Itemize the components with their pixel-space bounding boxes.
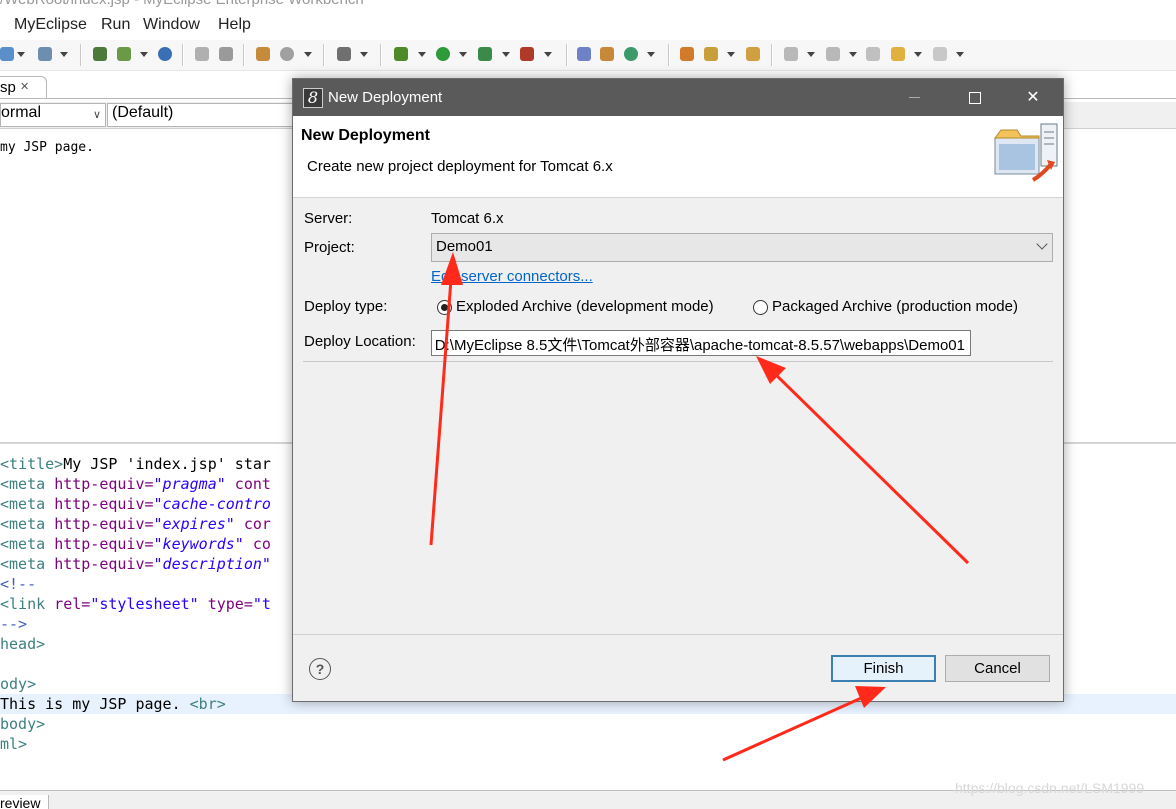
toolbar-icon[interactable] xyxy=(280,47,294,61)
toolbar-icon[interactable] xyxy=(680,47,694,61)
deploy-location-label: Deploy Location: xyxy=(304,333,416,350)
menu-myeclipse[interactable]: MyEclipse xyxy=(14,16,87,34)
toolbar-icon[interactable] xyxy=(600,47,614,61)
ide-title-bar: /WebRoot/index.jsp - MyEclipse Enterpris… xyxy=(0,0,1176,10)
edit-server-connectors-link[interactable]: Edit server connectors... xyxy=(431,268,593,285)
deploy-location-value: D:\MyEclipse 8.5文件\Tomcat外部容器\apache-tom… xyxy=(434,337,965,354)
minimize-icon[interactable] xyxy=(891,79,937,116)
toolbar-icon[interactable] xyxy=(195,47,209,61)
project-select[interactable]: Demo01 xyxy=(431,233,1053,262)
toolbar-icon[interactable] xyxy=(38,47,52,61)
menu-bar: MyEclipse Run Window Help xyxy=(0,12,1176,38)
toolbar-icon[interactable] xyxy=(0,47,14,61)
run-icon[interactable] xyxy=(436,47,450,61)
toolbar xyxy=(0,40,1176,71)
close-icon[interactable]: ✕ xyxy=(20,80,29,93)
deploy-banner-icon xyxy=(994,123,1058,182)
toolbar-icon[interactable] xyxy=(866,47,880,61)
separator xyxy=(303,361,1053,362)
close-icon[interactable]: ✕ xyxy=(1010,79,1056,116)
design-preview: my JSP page. xyxy=(0,140,94,155)
deploy-type-label: Deploy type: xyxy=(304,298,388,315)
default-select-value: (Default) xyxy=(112,104,174,121)
watermark: https://blog.csdn.net/LSM1999 xyxy=(955,780,1145,796)
dialog-banner: New Deployment Create new project deploy… xyxy=(293,116,1063,198)
ide-title: /WebRoot/index.jsp - MyEclipse Enterpris… xyxy=(0,0,364,8)
default-select[interactable]: (Default) xyxy=(107,103,313,127)
chevron-down-icon: ∨ xyxy=(92,109,101,121)
banner-description: Create new project deployment for Tomcat… xyxy=(307,158,613,175)
packaged-archive-label[interactable]: Packaged Archive (production mode) xyxy=(772,298,1018,315)
editor-tab[interactable]: sp ✕ xyxy=(0,76,47,99)
toolbar-icon[interactable] xyxy=(478,47,492,61)
cancel-button[interactable]: Cancel xyxy=(945,655,1050,682)
debug-icon[interactable] xyxy=(394,47,408,61)
toolbar-icon[interactable] xyxy=(337,47,351,61)
menu-window[interactable]: Window xyxy=(143,16,200,34)
toolbar-icon[interactable] xyxy=(219,47,233,61)
preview-tab[interactable]: review xyxy=(0,795,49,809)
forward-icon[interactable] xyxy=(933,47,947,61)
banner-header: New Deployment xyxy=(301,127,430,144)
mode-select[interactable]: ormal ∨ xyxy=(0,103,106,127)
exploded-archive-radio[interactable] xyxy=(437,300,452,315)
dialog-title-bar[interactable]: 8 New Deployment ✕ xyxy=(293,79,1063,116)
toolbar-icon[interactable] xyxy=(826,47,840,61)
packaged-archive-radio[interactable] xyxy=(753,300,768,315)
mode-select-value: ormal xyxy=(1,104,42,121)
toolbar-icon[interactable] xyxy=(520,47,534,61)
toolbar-icon[interactable] xyxy=(746,47,760,61)
toolbar-icon[interactable] xyxy=(93,47,107,61)
chevron-down-icon xyxy=(1036,238,1048,250)
myeclipse-app-icon: 8 xyxy=(303,88,323,108)
back-icon[interactable] xyxy=(891,47,905,61)
dialog-title: New Deployment xyxy=(328,89,443,106)
finish-button[interactable]: Finish xyxy=(831,655,936,682)
deploy-location-field[interactable]: D:\MyEclipse 8.5文件\Tomcat外部容器\apache-tom… xyxy=(431,330,971,356)
project-select-value: Demo01 xyxy=(436,238,493,255)
project-label: Project: xyxy=(304,239,355,256)
maximize-icon[interactable] xyxy=(952,79,998,116)
new-deployment-dialog: 8 New Deployment ✕ New Deployment Create… xyxy=(292,78,1064,702)
toolbar-icon[interactable] xyxy=(784,47,798,61)
server-label: Server: xyxy=(304,210,353,227)
menu-help[interactable]: Help xyxy=(218,16,251,34)
toolbar-icon[interactable] xyxy=(117,47,131,61)
help-icon[interactable]: ? xyxy=(309,658,331,680)
code-line: ml> xyxy=(0,735,28,753)
toolbar-icon[interactable] xyxy=(624,47,638,61)
editor-tab-label: sp xyxy=(0,79,16,96)
dialog-footer: ? Finish Cancel xyxy=(293,634,1063,702)
menu-run[interactable]: Run xyxy=(101,16,130,34)
server-value: Tomcat 6.x xyxy=(431,210,504,227)
toolbar-icon[interactable] xyxy=(256,47,270,61)
exploded-archive-label[interactable]: Exploded Archive (development mode) xyxy=(456,298,714,315)
toolbar-icon[interactable] xyxy=(577,47,591,61)
toolbar-icon[interactable] xyxy=(704,47,718,61)
code-line: body> xyxy=(0,715,46,733)
globe-icon[interactable] xyxy=(158,47,172,61)
